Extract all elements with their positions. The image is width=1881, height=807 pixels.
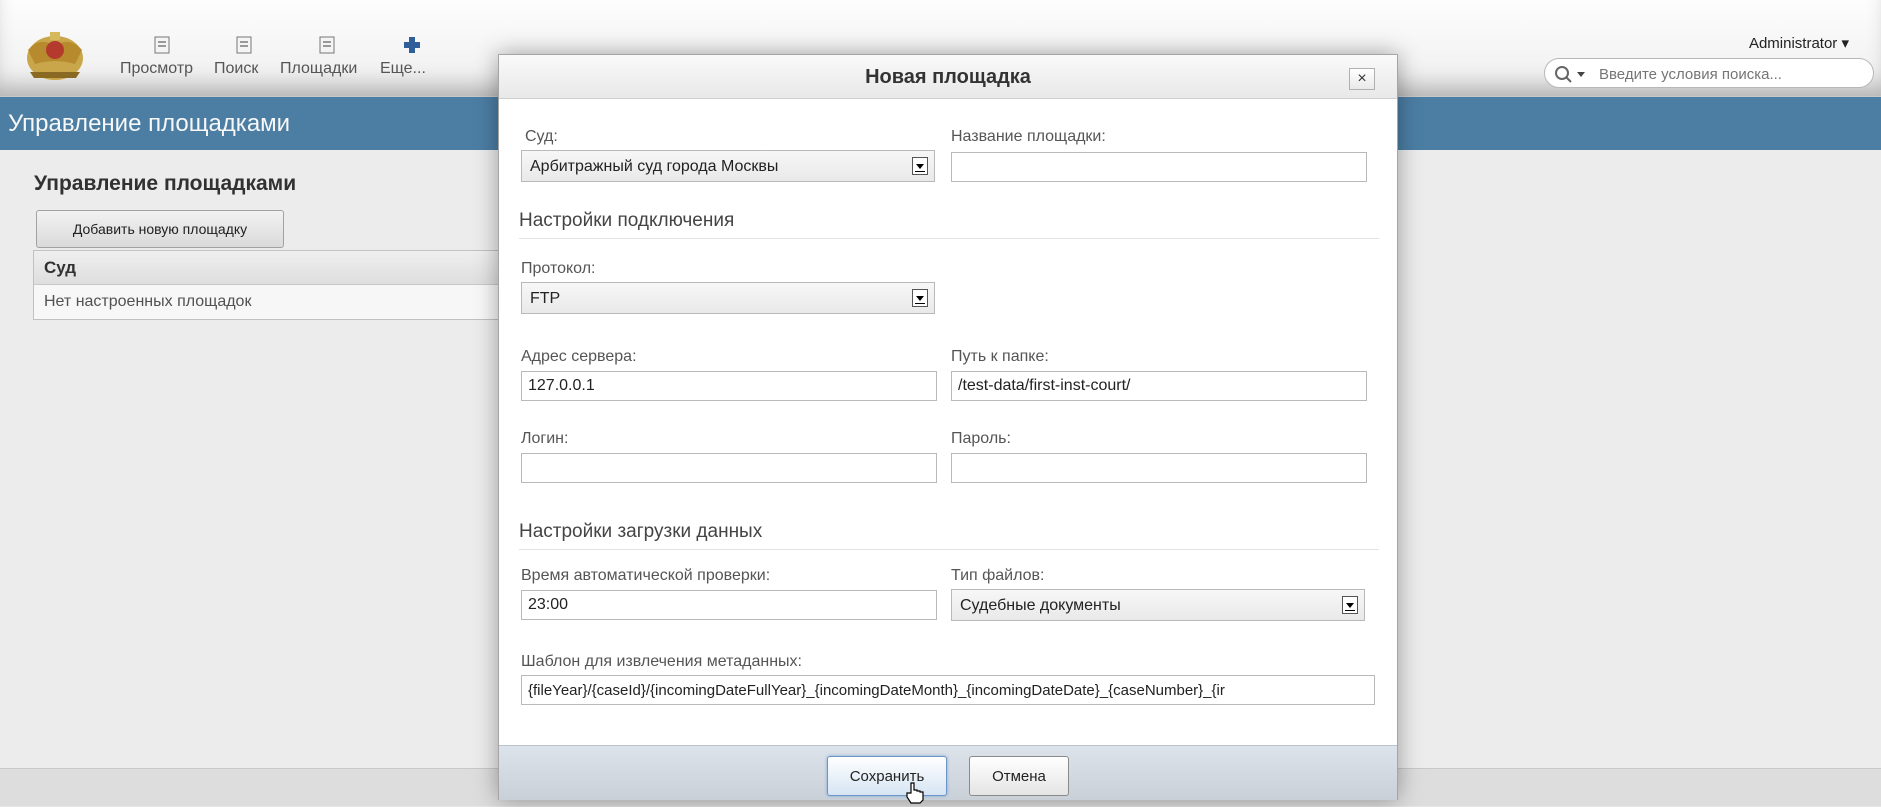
loading-settings-heading: Настройки загрузки данных [519,521,1379,550]
login-input[interactable] [521,453,937,483]
save-button[interactable]: Сохранить [827,756,947,796]
server-address-input[interactable] [521,371,937,401]
search-icon[interactable] [1553,64,1591,84]
folder-path-input[interactable] [951,371,1367,401]
file-type-label: Тип файлов: [951,567,1045,584]
protocol-select[interactable]: FTP [521,282,935,314]
chevron-down-icon[interactable] [1342,596,1358,614]
protocol-label: Протокол: [521,260,596,277]
dialog-title-bar[interactable]: Новая площадка × [499,55,1397,99]
global-search[interactable] [1544,58,1874,88]
chevron-down-icon[interactable] [912,157,928,175]
connection-settings-heading: Настройки подключения [519,210,1379,239]
document-icon [236,36,252,54]
metadata-template-input[interactable] [521,675,1375,705]
plus-icon [404,37,420,53]
chevron-down-icon[interactable] [912,289,928,307]
document-icon [154,36,170,54]
court-select-value: Арбитражный суд города Москвы [530,158,779,175]
toolbar-sites-label: Площадки [280,60,358,77]
server-address-label: Адрес сервера: [521,348,637,365]
toolbar-sites-button[interactable]: Площадки [280,36,374,88]
document-icon [319,36,335,54]
coat-of-arms-logo [27,32,83,80]
new-site-dialog: Новая площадка × Суд: Арбитражный суд го… [498,54,1398,800]
login-label: Логин: [521,430,569,447]
password-label: Пароль: [951,430,1011,447]
court-select[interactable]: Арбитражный суд города Москвы [521,150,935,182]
check-time-input[interactable] [521,590,937,620]
dialog-footer: Сохранить Отмена [499,745,1397,800]
toolbar-search-button[interactable]: Поиск [214,36,274,88]
metadata-template-label: Шаблон для извлечения метаданных: [521,653,802,670]
check-time-label: Время автоматической проверки: [521,567,771,584]
toolbar-view-label: Просмотр [120,60,194,77]
file-type-select-value: Судебные документы [960,597,1121,614]
close-icon[interactable]: × [1349,68,1375,90]
toolbar-more-label: Еще... [380,60,426,77]
toolbar-view-button[interactable]: Просмотр [120,36,204,88]
protocol-select-value: FTP [530,290,561,307]
court-label: Суд: [525,128,558,145]
search-input[interactable] [1597,63,1861,85]
site-name-label: Название площадки: [951,128,1106,145]
hand-cursor-icon [906,782,924,804]
user-menu[interactable]: Administrator ▾ [1749,34,1849,52]
site-name-input[interactable] [951,152,1367,182]
password-input[interactable] [951,453,1367,483]
file-type-select[interactable]: Судебные документы [951,589,1365,621]
dialog-title: Новая площадка [865,66,1031,88]
toolbar-search-label: Поиск [214,60,259,77]
cancel-button[interactable]: Отмена [969,756,1069,796]
toolbar-more-button[interactable]: Еще... [380,36,444,88]
folder-path-label: Путь к папке: [951,348,1049,365]
